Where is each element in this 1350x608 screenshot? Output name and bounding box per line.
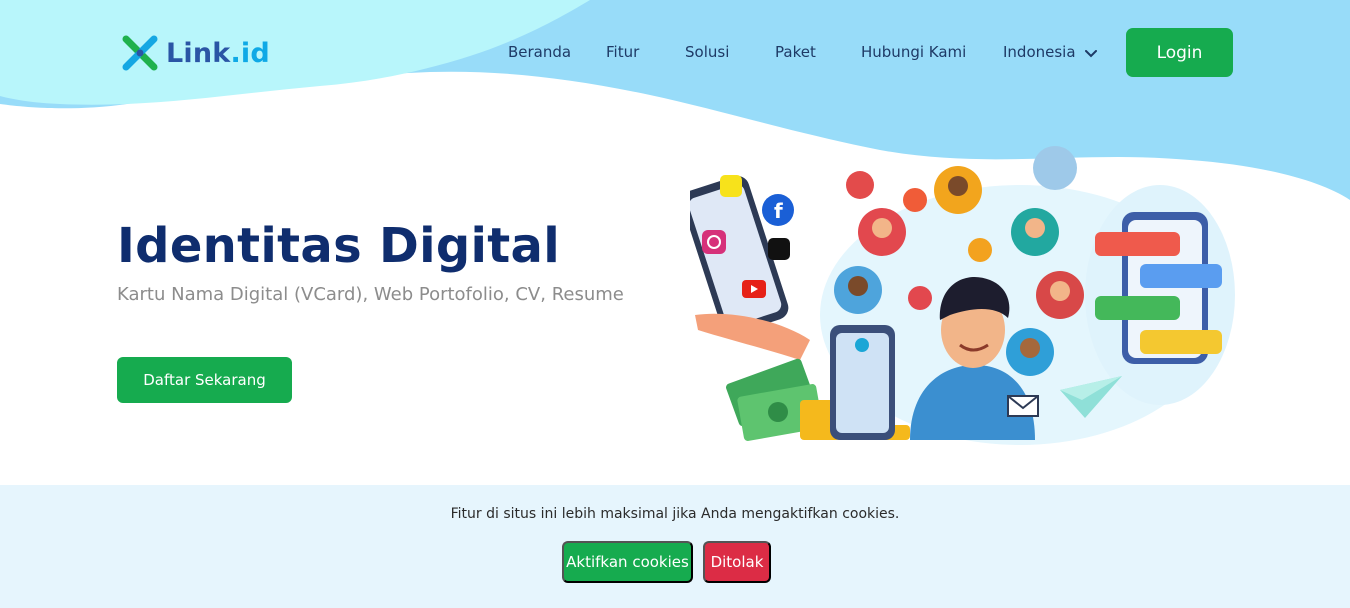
chevron-down-icon: [1084, 49, 1097, 57]
instagram-icon: [702, 230, 726, 254]
decline-cookies-button[interactable]: Ditolak: [703, 541, 771, 583]
nav-paket[interactable]: Paket: [775, 43, 816, 61]
language-label: Indonesia: [1003, 43, 1076, 61]
link-logo-icon: [122, 35, 158, 71]
language-selector[interactable]: Indonesia: [1003, 43, 1097, 61]
hero-illustration: f: [690, 146, 1235, 445]
svg-text:f: f: [774, 199, 783, 223]
nav-solusi[interactable]: Solusi: [685, 43, 729, 61]
facebook-icon: f: [762, 194, 794, 226]
brand-logo[interactable]: Link.id: [120, 32, 270, 74]
envelope-icon: [1007, 395, 1039, 417]
cookie-consent-bar: Fitur di situs ini lebih maksimal jika A…: [0, 485, 1350, 608]
nav-fitur[interactable]: Fitur: [606, 43, 639, 61]
register-button[interactable]: Daftar Sekarang: [117, 357, 292, 403]
cookie-message: Fitur di situs ini lebih maksimal jika A…: [450, 506, 900, 522]
tiktok-icon: [768, 238, 790, 260]
youtube-icon: [742, 280, 766, 298]
hero-subtitle: Kartu Nama Digital (VCard), Web Portofol…: [117, 284, 624, 305]
login-button[interactable]: Login: [1126, 28, 1233, 77]
hero-title: Identitas Digital: [117, 218, 560, 274]
accept-cookies-button[interactable]: Aktifkan cookies: [562, 541, 693, 583]
snapchat-icon: [720, 175, 742, 197]
nav-beranda[interactable]: Beranda: [508, 43, 571, 61]
nav-hubungi-kami[interactable]: Hubungi Kami: [861, 43, 966, 61]
brand-name: Link.id: [166, 37, 270, 69]
